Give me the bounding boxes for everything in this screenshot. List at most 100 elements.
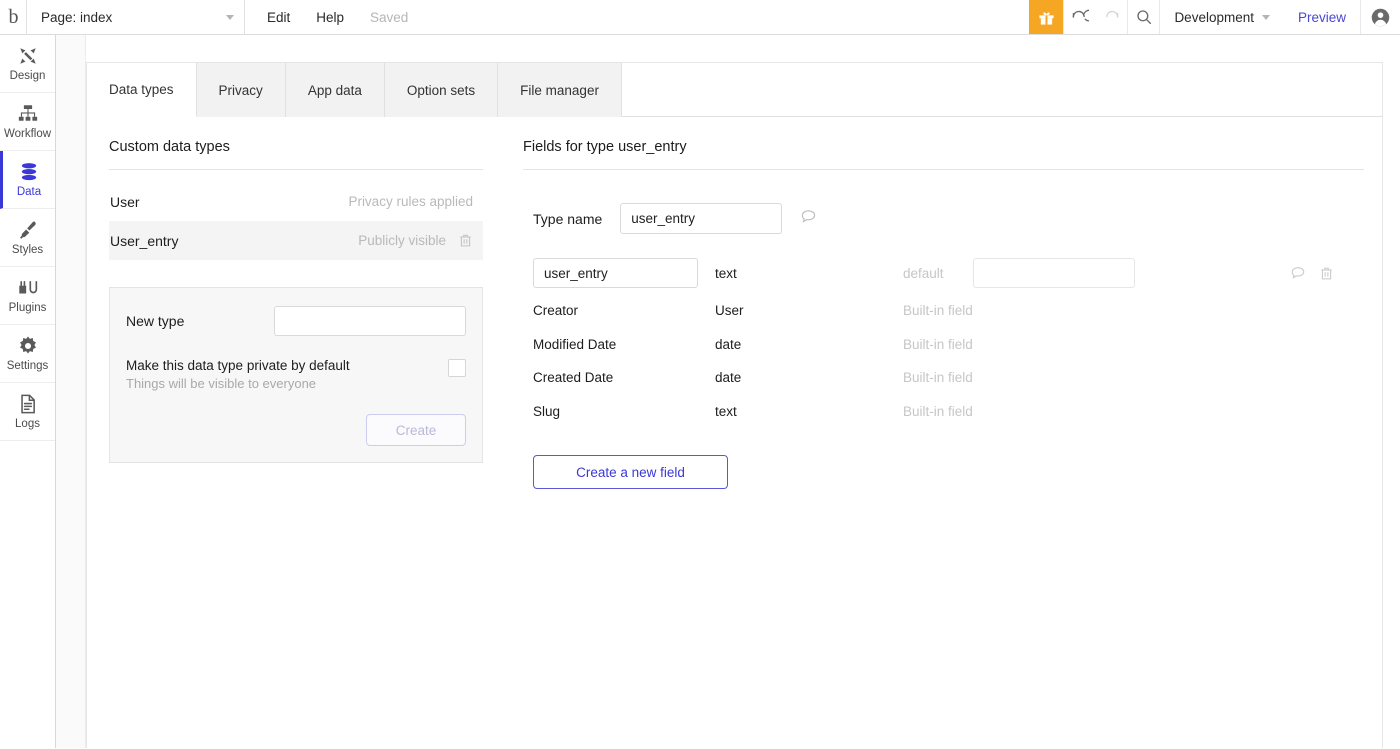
sidebar-item-design[interactable]: Design [0, 35, 55, 93]
private-default-texts: Make this data type private by default T… [126, 358, 448, 391]
field-note-cell: Built-in field [903, 403, 973, 419]
document-icon [17, 393, 39, 415]
private-default-title: Make this data type private by default [126, 358, 350, 373]
undo-button[interactable] [1063, 0, 1095, 34]
left-sidebar: Design Workflow Data Styles Plugins Sett… [0, 35, 56, 748]
sidebar-item-styles[interactable]: Styles [0, 209, 55, 267]
field-name-cell: Modified Date [533, 336, 617, 352]
menu-help[interactable]: Help [303, 0, 357, 34]
data-type-name: User [110, 193, 140, 210]
environment-label: Development [1174, 9, 1254, 25]
custom-data-types-title: Custom data types [109, 139, 483, 170]
gift-icon [1039, 11, 1054, 25]
brush-icon [17, 219, 39, 241]
field-name-input[interactable] [533, 258, 698, 288]
new-type-label: New type [126, 313, 185, 329]
trash-icon[interactable] [458, 233, 473, 248]
private-default-checkbox[interactable] [448, 359, 466, 377]
search-button[interactable] [1127, 0, 1159, 34]
sidebar-item-label: Plugins [8, 301, 47, 314]
undo-icon [1072, 9, 1089, 22]
field-default-label: default [903, 265, 944, 281]
field-type-cell: date [715, 370, 742, 386]
chevron-down-icon [1261, 14, 1270, 20]
sidebar-gutter [56, 35, 86, 748]
sidebar-item-label: Data [16, 185, 42, 198]
private-default-row: Make this data type private by default T… [126, 358, 466, 391]
create-new-field-button[interactable]: Create a new field [533, 455, 728, 489]
comment-icon[interactable] [1290, 265, 1306, 281]
row-action-icons [1290, 265, 1364, 281]
field-name-cell: Slug [533, 403, 561, 419]
field-note-cell: Built-in field [903, 336, 973, 352]
sidebar-item-settings[interactable]: Settings [0, 325, 55, 383]
sidebar-item-data[interactable]: Data [0, 151, 55, 209]
table-row: Created Date date Built-in field [523, 361, 1364, 395]
fields-title: Fields for type user_entry [523, 139, 1364, 170]
field-type-cell: text [715, 265, 737, 281]
tab-data-types[interactable]: Data types [87, 63, 197, 117]
type-name-input[interactable] [620, 203, 783, 234]
data-types-list: User Privacy rules applied User_entry Pu… [109, 182, 483, 260]
tab-option-sets[interactable]: Option sets [384, 63, 499, 117]
tab-privacy[interactable]: Privacy [196, 63, 286, 117]
field-type-cell: User [715, 303, 744, 319]
data-type-row-user-entry[interactable]: User_entry Publicly visible [109, 221, 483, 260]
fields-table: text default [523, 252, 1364, 428]
new-type-input[interactable] [274, 306, 466, 336]
trash-icon[interactable] [1319, 266, 1334, 281]
environment-selector[interactable]: Development [1159, 0, 1284, 34]
table-row: Creator User Built-in field [523, 294, 1364, 328]
plugin-icon [17, 277, 39, 299]
new-type-row: New type [126, 306, 466, 336]
redo-icon [1106, 10, 1119, 18]
top-toolbar: b Page: index Edit Help Saved Developmen… [0, 0, 1400, 35]
preview-button[interactable]: Preview [1284, 0, 1360, 34]
field-type-cell: text [715, 403, 737, 419]
data-type-row-user[interactable]: User Privacy rules applied [109, 182, 483, 221]
redo-button[interactable] [1095, 0, 1127, 34]
tab-bar: Data types Privacy App data Option sets … [87, 63, 1382, 117]
data-type-privacy-status: Publicly visible [358, 233, 446, 248]
table-row: Modified Date date Built-in field [523, 328, 1364, 362]
data-type-name: User_entry [110, 232, 179, 249]
create-row: Create [126, 414, 466, 446]
new-type-form: New type Make this data type private by … [109, 287, 483, 463]
table-row: text default [523, 252, 1364, 294]
database-icon [18, 161, 40, 183]
type-name-row: Type name [523, 203, 1364, 234]
account-button[interactable] [1360, 0, 1400, 34]
sidebar-item-logs[interactable]: Logs [0, 383, 55, 441]
save-status: Saved [370, 9, 409, 25]
comment-icon[interactable] [800, 208, 817, 230]
field-note-cell: Built-in field [903, 370, 973, 386]
workflow-icon [17, 103, 39, 125]
tab-app-data[interactable]: App data [285, 63, 385, 117]
create-type-button[interactable]: Create [366, 414, 466, 446]
sidebar-item-label: Styles [11, 243, 44, 256]
logo-glyph: b [8, 6, 19, 28]
field-note-cell: Built-in field [903, 303, 973, 319]
private-default-subtitle: Things will be visible to everyone [126, 376, 317, 391]
sidebar-item-plugins[interactable]: Plugins [0, 267, 55, 325]
sidebar-item-label: Workflow [3, 127, 52, 140]
page-selector[interactable]: Page: index [27, 0, 245, 34]
design-icon [17, 45, 39, 67]
data-panel: Data types Privacy App data Option sets … [86, 62, 1383, 748]
sidebar-item-workflow[interactable]: Workflow [0, 93, 55, 151]
gear-icon [17, 335, 39, 357]
account-icon [1371, 8, 1390, 26]
field-type-cell: date [715, 336, 742, 352]
panel-body: Custom data types User Privacy rules app… [87, 117, 1382, 749]
field-name-cell [533, 258, 715, 288]
sidebar-item-label: Logs [15, 417, 40, 430]
menu-edit[interactable]: Edit [254, 0, 303, 34]
field-name-cell: Creator [533, 303, 579, 319]
fields-column: Fields for type user_entry Type name tex… [505, 117, 1382, 749]
type-name-label: Type name [533, 210, 603, 227]
tab-file-manager[interactable]: File manager [498, 63, 622, 117]
gift-button[interactable] [1029, 0, 1064, 34]
field-default-input[interactable] [973, 258, 1135, 288]
sidebar-item-label: Settings [6, 359, 49, 372]
bubble-logo[interactable]: b [0, 0, 27, 34]
